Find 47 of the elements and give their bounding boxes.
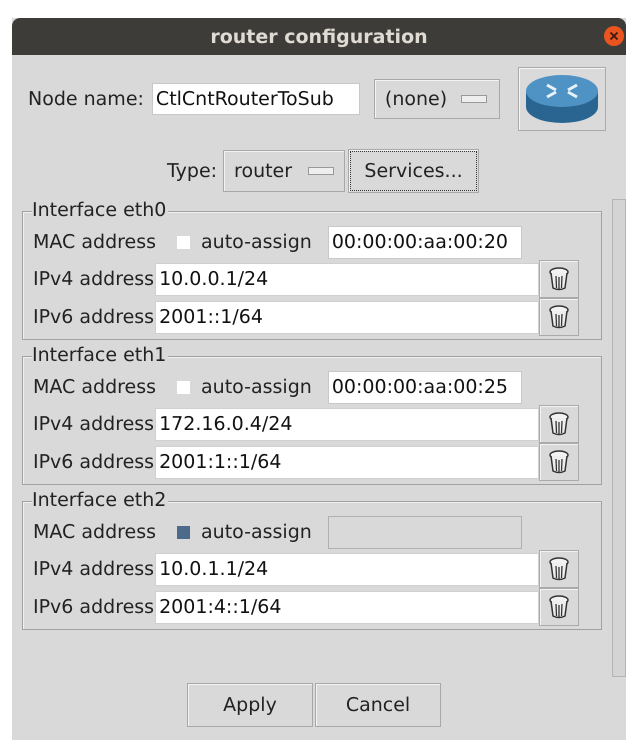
dialog-button[interactable]: Cancel bbox=[315, 683, 441, 727]
mac-label: MAC address bbox=[33, 231, 156, 253]
trash-can-icon bbox=[548, 305, 570, 329]
auto-assign-checkbox[interactable] bbox=[176, 380, 192, 394]
delete-button[interactable] bbox=[539, 443, 580, 481]
window-title: router configuration bbox=[210, 26, 428, 48]
ipv4-field[interactable]: 10.0.0.1/24 bbox=[155, 262, 540, 296]
ipv4-field[interactable]: 172.16.0.4/24 bbox=[155, 408, 540, 440]
delete-button[interactable] bbox=[539, 298, 580, 336]
mac-field[interactable]: 00:00:00:aa:00:20 bbox=[328, 226, 522, 258]
delete-button[interactable] bbox=[539, 588, 580, 626]
mac-label: MAC address bbox=[33, 521, 156, 543]
delete-button[interactable] bbox=[539, 550, 580, 588]
trash-can-icon bbox=[548, 267, 570, 291]
ipv6-label: IPv6 address bbox=[33, 306, 154, 328]
mac-label: MAC address bbox=[33, 376, 156, 398]
scrollbar[interactable] bbox=[612, 199, 626, 677]
ipv6-label: IPv6 address bbox=[33, 451, 154, 473]
trash-can-icon bbox=[548, 557, 570, 581]
delete-button[interactable] bbox=[539, 405, 580, 443]
dialog-button[interactable]: Apply bbox=[187, 683, 313, 727]
ipv4-field[interactable]: 10.0.1.1/24 bbox=[155, 552, 540, 586]
services-button[interactable]: Services... bbox=[348, 149, 480, 193]
router-image-button[interactable] bbox=[518, 67, 606, 131]
trash-can-icon bbox=[548, 412, 570, 436]
trash-can-icon bbox=[548, 595, 570, 619]
auto-assign-label: auto-assign bbox=[201, 376, 312, 398]
auto-assign-checkbox[interactable] bbox=[176, 234, 192, 250]
mac-field[interactable]: 00:00:00:aa:00:25 bbox=[328, 370, 522, 404]
ipv4-label: IPv4 address bbox=[33, 558, 154, 580]
type-dropdown[interactable]: router bbox=[223, 150, 346, 192]
close-icon[interactable] bbox=[604, 26, 624, 46]
type-label: Type: bbox=[167, 160, 218, 182]
auto-assign-label: auto-assign bbox=[201, 521, 312, 543]
auto-assign-label: auto-assign bbox=[201, 231, 312, 253]
ipv6-label: IPv6 address bbox=[33, 596, 154, 618]
auto-assign-checkbox[interactable] bbox=[176, 524, 192, 540]
ipv6-field[interactable]: 2001:1::1/64 bbox=[155, 446, 540, 478]
ipv4-label: IPv4 address bbox=[33, 268, 154, 290]
ipv4-label: IPv4 address bbox=[33, 413, 154, 435]
node-name-label: Node name: bbox=[28, 88, 144, 110]
trash-can-icon bbox=[548, 450, 570, 474]
delete-button[interactable] bbox=[539, 260, 580, 298]
profile-dropdown[interactable]: (none) bbox=[374, 79, 500, 119]
ipv6-field[interactable]: 2001:4::1/64 bbox=[155, 590, 540, 624]
ipv6-field[interactable]: 2001::1/64 bbox=[155, 300, 540, 334]
node-name-field[interactable]: CtlCntRouterToSub bbox=[152, 83, 360, 115]
